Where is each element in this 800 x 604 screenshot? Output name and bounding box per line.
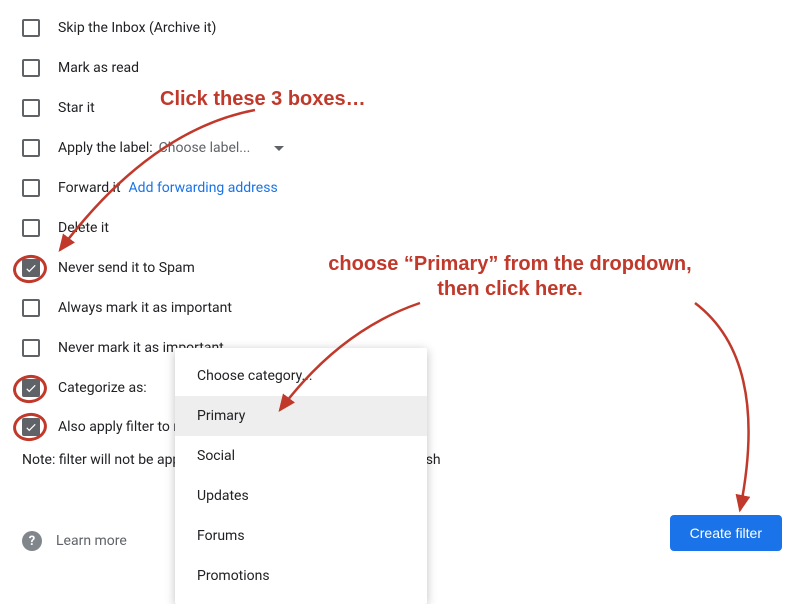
- dropdown-item-promotions[interactable]: Promotions: [175, 556, 427, 596]
- dropdown-item-social[interactable]: Social: [175, 436, 427, 476]
- option-row-delete: Delete it: [22, 208, 800, 248]
- checkbox-never-spam[interactable]: [22, 259, 40, 277]
- dropdown-item-forums[interactable]: Forums: [175, 516, 427, 556]
- dropdown-head: Choose category...: [175, 356, 427, 396]
- checkbox-also-apply[interactable]: [22, 418, 40, 436]
- checkbox-never-important[interactable]: [22, 339, 40, 357]
- checkbox-categorize[interactable]: [22, 379, 40, 397]
- help-icon[interactable]: ?: [22, 531, 42, 551]
- checkbox-delete[interactable]: [22, 219, 40, 237]
- option-row-forward: Forward it Add forwarding address: [22, 168, 800, 208]
- footer: ? Learn more: [22, 531, 127, 551]
- option-row-never-spam: Never send it to Spam: [22, 248, 800, 288]
- label-delete: Delete it: [58, 220, 109, 236]
- checkbox-apply-label[interactable]: [22, 139, 40, 157]
- label-always-important: Always mark it as important: [58, 300, 232, 316]
- choose-label-text: Choose label...: [159, 140, 251, 156]
- label-categorize: Categorize as:: [58, 380, 147, 396]
- label-never-spam: Never send it to Spam: [58, 260, 195, 276]
- learn-more-link[interactable]: Learn more: [56, 533, 127, 549]
- create-filter-button[interactable]: Create filter: [670, 515, 782, 551]
- option-row-skip-inbox: Skip the Inbox (Archive it): [22, 8, 800, 48]
- label-forward: Forward it: [58, 180, 121, 196]
- checkbox-skip-inbox[interactable]: [22, 19, 40, 37]
- chevron-down-icon: [274, 146, 284, 151]
- option-row-apply-label: Apply the label: Choose label...: [22, 128, 800, 168]
- option-row-star: Star it: [22, 88, 800, 128]
- option-row-always-important: Always mark it as important: [22, 288, 800, 328]
- add-forwarding-link[interactable]: Add forwarding address: [129, 180, 278, 196]
- option-row-mark-read: Mark as read: [22, 48, 800, 88]
- category-dropdown-menu: Choose category... Primary Social Update…: [175, 348, 427, 604]
- dropdown-item-updates[interactable]: Updates: [175, 476, 427, 516]
- checkbox-forward[interactable]: [22, 179, 40, 197]
- label-mark-read: Mark as read: [58, 60, 139, 76]
- checkbox-mark-read[interactable]: [22, 59, 40, 77]
- label-star: Star it: [58, 100, 95, 116]
- checkbox-star[interactable]: [22, 99, 40, 117]
- choose-label-dropdown[interactable]: Choose label...: [159, 140, 285, 156]
- label-apply-label: Apply the label:: [58, 140, 153, 156]
- label-skip-inbox: Skip the Inbox (Archive it): [58, 20, 216, 36]
- dropdown-item-primary[interactable]: Primary: [175, 396, 427, 436]
- checkbox-always-important[interactable]: [22, 299, 40, 317]
